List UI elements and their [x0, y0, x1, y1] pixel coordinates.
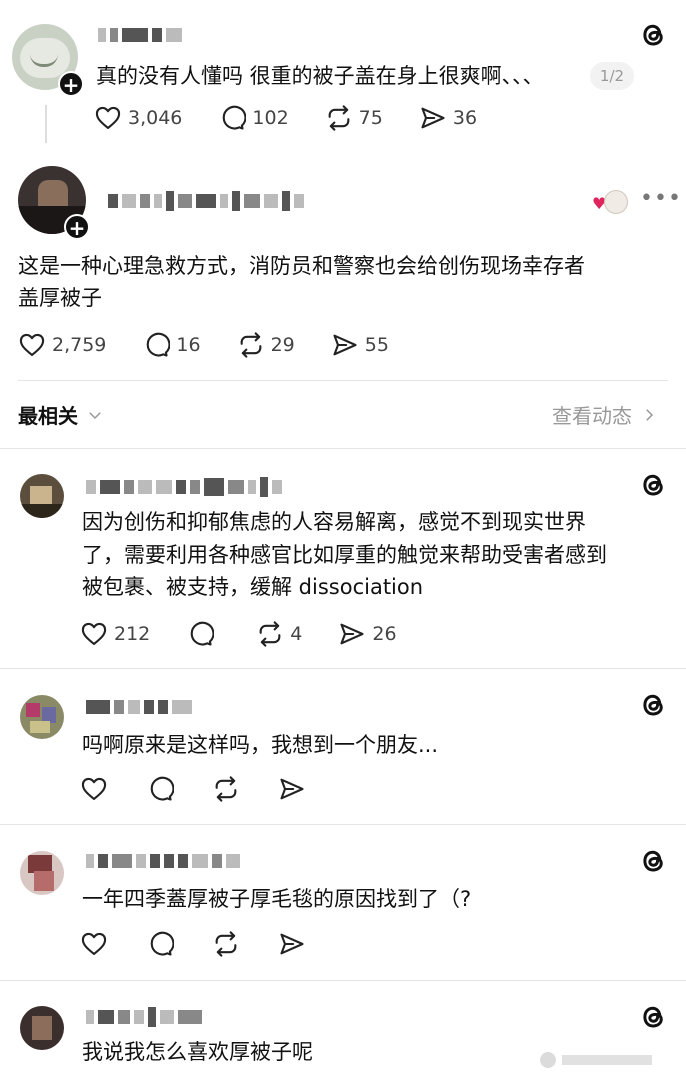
- heart-icon: [18, 331, 46, 359]
- sort-dropdown[interactable]: 最相关: [18, 400, 104, 429]
- comment-bubble-icon: [142, 331, 170, 359]
- page-indicator[interactable]: 1/2: [590, 62, 634, 90]
- follow-plus-button[interactable]: +: [58, 71, 84, 97]
- heart-icon: [80, 930, 108, 958]
- repost-icon: [212, 930, 240, 958]
- repost-count: 75: [358, 107, 383, 129]
- comment-bubble-icon: [218, 104, 246, 132]
- reply-text: 一年四季蓋厚被子厚毛毯的原因找到了（?: [82, 887, 472, 911]
- comment-button[interactable]: 102: [218, 104, 289, 132]
- comment-bubble-icon: [146, 930, 174, 958]
- post-actions: 3,046 102 75 36: [94, 104, 513, 132]
- divider: [0, 668, 686, 669]
- reply-text-line-3: 被包裹、被支持，缓解 dissociation: [82, 575, 424, 599]
- comment-count: 16: [176, 334, 201, 356]
- like-button[interactable]: [80, 775, 108, 803]
- post-text-line-2: 盖厚被子: [18, 286, 102, 310]
- comment-button[interactable]: [146, 775, 174, 803]
- threads-logo-icon[interactable]: [638, 846, 668, 876]
- repost-icon: [325, 104, 353, 132]
- reply-actions: [80, 775, 342, 803]
- like-count: 2,759: [52, 334, 107, 356]
- thread-connector: [45, 105, 47, 143]
- share-button[interactable]: [278, 775, 306, 803]
- chevron-down-icon: [89, 411, 101, 419]
- comment-button[interactable]: 16: [142, 331, 201, 359]
- reply-text: 我说我怎么喜欢厚被子呢: [82, 1040, 313, 1064]
- avatar[interactable]: [20, 851, 64, 895]
- repost-icon: [237, 331, 265, 359]
- username-redacted[interactable]: [86, 1006, 202, 1028]
- send-icon: [278, 930, 306, 958]
- repost-button[interactable]: 29: [237, 331, 295, 359]
- sort-label: 最相关: [18, 404, 78, 428]
- reply-text-line-2: 了，需要利用各种感官比如厚重的触觉来帮助受害者感到: [82, 543, 607, 567]
- heart-icon: [94, 104, 122, 132]
- reaction-badge-icon: ♥: [590, 190, 630, 214]
- username-redacted[interactable]: [108, 190, 304, 212]
- chevron-right-icon: [646, 408, 654, 421]
- threads-logo-icon[interactable]: [638, 20, 668, 50]
- follow-plus-button[interactable]: +: [64, 214, 90, 240]
- divider: [0, 824, 686, 825]
- repost-count: 29: [270, 334, 295, 356]
- like-button[interactable]: 212: [80, 620, 150, 648]
- send-icon: [331, 331, 359, 359]
- username-redacted[interactable]: [86, 850, 240, 872]
- post-actions: 2,759 16 29 55: [18, 331, 425, 359]
- username-redacted[interactable]: [98, 24, 182, 46]
- repost-button[interactable]: [212, 930, 240, 958]
- like-count: 3,046: [128, 107, 183, 129]
- threads-logo-icon[interactable]: [638, 690, 668, 720]
- more-options-icon[interactable]: •••: [640, 188, 682, 210]
- like-button[interactable]: 3,046: [94, 104, 182, 132]
- repost-button[interactable]: [212, 775, 240, 803]
- reply-text-line-1: 因为创伤和抑郁焦虑的人容易解离，感觉不到现实世界: [82, 510, 586, 534]
- reply-actions: [80, 930, 342, 958]
- repost-icon: [256, 620, 284, 648]
- reply-actions: 212 4 26: [80, 620, 433, 648]
- post-text-line-1: 这是一种心理急救方式，消防员和警察也会给创伤现场幸存者: [18, 254, 585, 278]
- share-count: 36: [452, 107, 478, 129]
- share-button[interactable]: 55: [331, 331, 389, 359]
- comment-button[interactable]: [186, 620, 220, 648]
- comment-bubble-icon: [186, 620, 214, 648]
- like-count: 212: [114, 623, 151, 645]
- post-text: 真的没有人懂吗 很重的被子盖在身上很爽啊、、、: [96, 64, 544, 88]
- comment-count: 102: [252, 107, 289, 129]
- share-count: 55: [364, 334, 389, 356]
- share-button[interactable]: 26: [338, 620, 397, 648]
- share-count: 26: [372, 623, 397, 645]
- repost-button[interactable]: 75: [325, 104, 383, 132]
- username-redacted[interactable]: [86, 696, 192, 718]
- avatar[interactable]: [20, 695, 64, 739]
- divider: [0, 980, 686, 981]
- comment-button[interactable]: [146, 930, 174, 958]
- username-redacted[interactable]: [86, 476, 282, 498]
- send-icon: [338, 620, 366, 648]
- share-button[interactable]: 36: [419, 104, 477, 132]
- share-button[interactable]: [278, 930, 306, 958]
- avatar[interactable]: [20, 474, 64, 518]
- heart-icon: [80, 775, 108, 803]
- threads-logo-icon[interactable]: [638, 1002, 668, 1032]
- repost-icon: [212, 775, 240, 803]
- threads-logo-icon[interactable]: [638, 470, 668, 500]
- divider: [18, 380, 668, 381]
- reply-text: 吗啊原来是这样吗，我想到一个朋友...: [82, 733, 439, 757]
- view-activity-link[interactable]: 查看动态: [552, 400, 658, 429]
- view-activity-label: 查看动态: [552, 404, 632, 428]
- like-button[interactable]: 2,759: [18, 331, 106, 359]
- like-button[interactable]: [80, 930, 108, 958]
- watermark: [540, 1050, 670, 1070]
- divider: [0, 448, 686, 449]
- repost-button[interactable]: 4: [256, 620, 302, 648]
- repost-count: 4: [290, 623, 303, 645]
- comment-bubble-icon: [146, 775, 174, 803]
- send-icon: [419, 104, 447, 132]
- avatar[interactable]: [20, 1006, 64, 1050]
- send-icon: [278, 775, 306, 803]
- heart-icon: [80, 620, 108, 648]
